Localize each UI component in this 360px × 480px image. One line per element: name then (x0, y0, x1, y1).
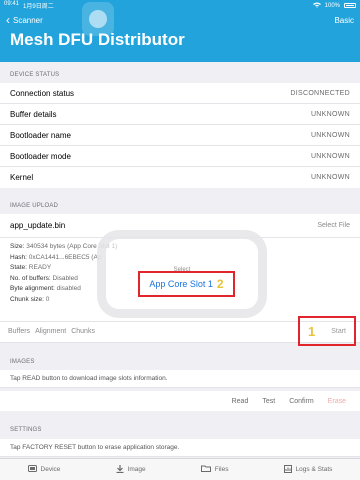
battery-icon (344, 3, 356, 8)
wifi-icon (312, 2, 321, 10)
status-row-buffer-details: Buffer details UNKNOWN (0, 104, 360, 125)
tab-logs-stats[interactable]: Logs & Stats (283, 464, 333, 475)
device-status-card: Connection status DISCONNECTED Buffer de… (0, 83, 360, 188)
status-date: 1月9日周二 (23, 4, 54, 10)
page-title: Mesh DFU Distributor (10, 30, 185, 49)
detail-value: 0 (45, 295, 50, 303)
detail-label: State: (10, 264, 27, 271)
confirm-button[interactable]: Confirm (289, 398, 314, 405)
tab-files[interactable]: Files (200, 465, 229, 474)
segment-buffers[interactable]: Buffers (8, 328, 30, 335)
detail-label: Hash: (10, 253, 27, 261)
image-actions: Read Test Confirm Erase (0, 391, 360, 411)
tab-label: Files (214, 466, 229, 473)
annotation-number-2: 2 (216, 277, 224, 291)
tab-bar: Device Image Files Logs & Stats (0, 458, 360, 480)
start-button[interactable]: Start (331, 328, 346, 335)
status-row-connection: Connection status DISCONNECTED (0, 83, 360, 104)
folder-icon (200, 465, 211, 474)
detail-label: Size: (10, 243, 25, 250)
detail-value: disabled (56, 285, 81, 292)
chevron-left-icon: ‹ (6, 13, 10, 27)
status-row-bootloader-name: Bootloader name UNKNOWN (0, 125, 360, 146)
stats-icon (283, 464, 292, 475)
section-header-settings: SETTINGS (10, 427, 42, 433)
tab-image[interactable]: Image (116, 464, 146, 475)
status-row-label: Buffer details (10, 109, 57, 119)
detail-value: READY (28, 264, 52, 271)
file-name: app_update.bin (10, 221, 66, 230)
tab-label: Device (40, 466, 61, 473)
tab-label: Image (127, 466, 146, 473)
segment-chunks[interactable]: Chunks (71, 328, 95, 335)
section-header-device-status: DEVICE STATUS (10, 72, 60, 78)
erase-button[interactable]: Erase (328, 398, 346, 405)
segment-alignment[interactable]: Alignment (35, 328, 66, 335)
detail-label: Byte alignment: (10, 285, 55, 292)
status-row-label: Kernel (10, 173, 34, 182)
status-row-bootloader-mode: Bootloader mode UNKNOWN (0, 146, 360, 167)
app-core-slot-1-option[interactable]: App Core Slot 1 2 (138, 271, 235, 297)
detail-value: Disabled (52, 274, 78, 282)
floating-touch-indicator (82, 2, 114, 36)
start-button-highlight: 1 Start (298, 316, 356, 346)
nav-header: 09:41 1月9日周二 100% ‹ Scanner Basic Mesh D… (0, 0, 360, 62)
status-row-value: UNKNOWN (310, 174, 350, 181)
download-icon (116, 464, 124, 475)
status-time: 09:41 (4, 1, 20, 7)
images-info: Tap READ button to download image slots … (0, 370, 360, 388)
annotation-number-1: 1 (308, 323, 316, 339)
status-row-value: UNKNOWN (310, 110, 350, 118)
back-button-label: Scanner (13, 15, 43, 25)
section-header-image-upload: IMAGE UPLOAD (10, 203, 59, 209)
detail-label: Chunk size: (10, 295, 44, 303)
settings-info: Tap FACTORY RESET button to erase applic… (0, 439, 360, 457)
read-button[interactable]: Read (232, 398, 249, 405)
status-row-label: Bootloader name (10, 130, 71, 140)
images-card: Tap READ button to download image slots … (0, 370, 360, 388)
back-button[interactable]: ‹ Scanner (6, 14, 43, 26)
detail-label: No. of buffers: (10, 274, 51, 282)
settings-card: Tap FACTORY RESET button to erase applic… (0, 439, 360, 457)
status-row-kernel: Kernel UNKNOWN (0, 167, 360, 188)
status-row-value: UNKNOWN (310, 152, 350, 160)
test-button[interactable]: Test (262, 398, 275, 405)
device-icon (27, 465, 37, 474)
option-label: App Core Slot 1 (149, 279, 213, 289)
section-header-images: IMAGES (10, 359, 35, 365)
config-segments: Buffers Alignment Chunks (8, 328, 95, 335)
detail-value: 0xCA1441...6EBEC5 (Ap (28, 253, 102, 261)
battery-percent: 100% (324, 2, 340, 9)
status-row-label: Connection status (10, 88, 75, 98)
basic-button[interactable]: Basic (334, 16, 354, 25)
status-row-value: DISCONNECTED (290, 89, 350, 97)
tab-label: Logs & Stats (295, 466, 333, 473)
select-file-button[interactable]: Select File (317, 222, 350, 229)
status-bar: 09:41 1月9日周二 100% (0, 0, 360, 11)
status-row-value: UNKNOWN (310, 131, 350, 139)
tab-device[interactable]: Device (27, 465, 61, 474)
status-row-label: Bootloader mode (10, 151, 71, 161)
